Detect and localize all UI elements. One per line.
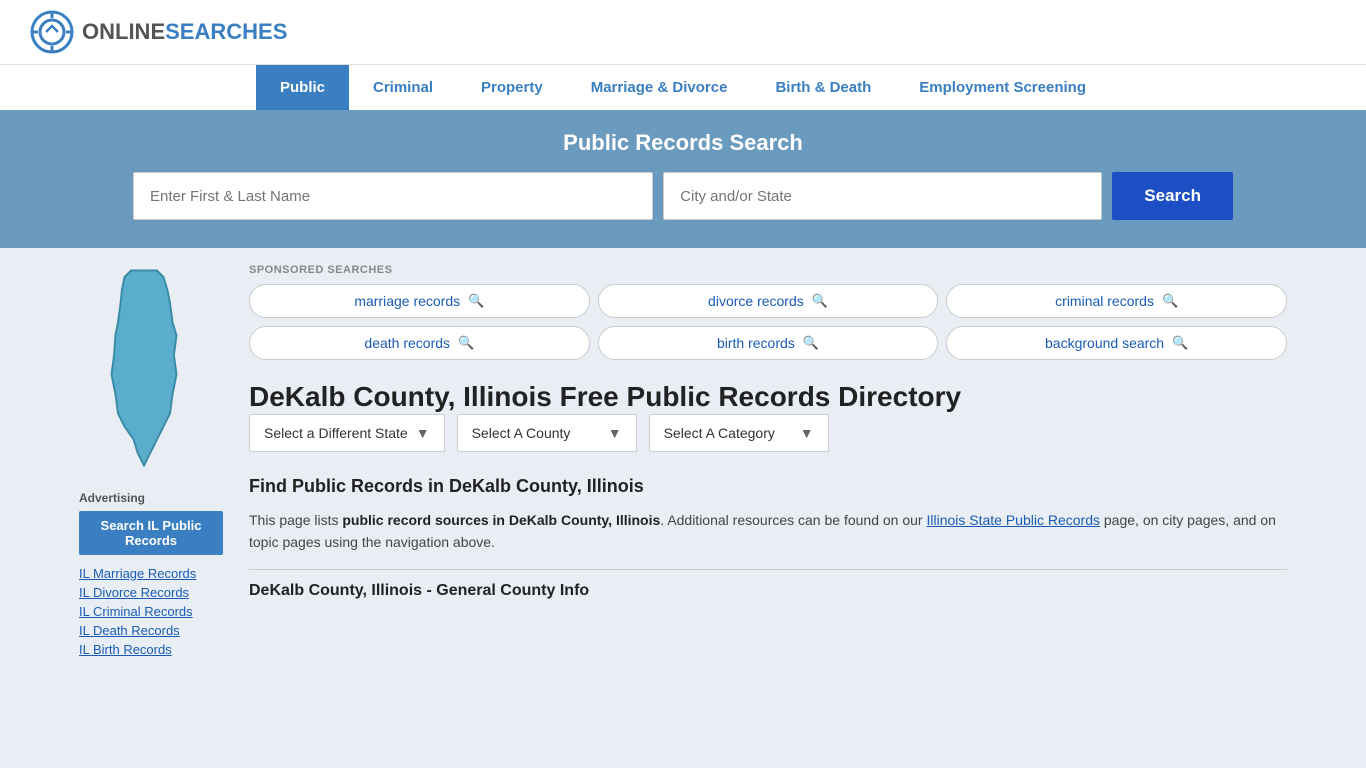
nav-criminal[interactable]: Criminal	[349, 65, 457, 110]
search-icon-background: 🔍	[1172, 335, 1188, 351]
find-records-title: Find Public Records in DeKalb County, Il…	[249, 476, 1287, 497]
sponsored-birth-records[interactable]: birth records 🔍	[598, 326, 939, 360]
search-icon-birth: 🔍	[803, 335, 819, 351]
name-input[interactable]	[133, 172, 653, 220]
search-form: Search	[133, 172, 1233, 220]
county-dropdown-label: Select A County	[472, 425, 571, 441]
desc-bold: public record sources in DeKalb County, …	[342, 512, 660, 528]
page-title: DeKalb County, Illinois Free Public Reco…	[249, 380, 1287, 414]
logo-text: ONLINESEARCHES	[82, 19, 287, 45]
sponsored-marriage-records[interactable]: marriage records 🔍	[249, 284, 590, 318]
sidebar: Advertising Search IL Public Records IL …	[79, 264, 239, 660]
search-banner-title: Public Records Search	[30, 130, 1336, 156]
sponsored-background-search[interactable]: background search 🔍	[946, 326, 1287, 360]
sidebar-link-divorce[interactable]: IL Divorce Records	[79, 585, 189, 600]
search-button[interactable]: Search	[1112, 172, 1233, 220]
find-records-desc: This page lists public record sources in…	[249, 509, 1287, 554]
search-banner: Public Records Search Search	[0, 110, 1366, 248]
illinois-map	[79, 264, 209, 472]
main-content: SPONSORED SEARCHES marriage records 🔍 di…	[239, 264, 1287, 660]
sponsored-death-records[interactable]: death records 🔍	[249, 326, 590, 360]
sidebar-ad-button[interactable]: Search IL Public Records	[79, 511, 223, 555]
category-dropdown-label: Select A Category	[664, 425, 775, 441]
search-icon-marriage: 🔍	[468, 293, 484, 309]
nav-birth-death[interactable]: Birth & Death	[751, 65, 895, 110]
advertising-label: Advertising	[79, 491, 223, 505]
nav-marriage-divorce[interactable]: Marriage & Divorce	[567, 65, 752, 110]
illinois-state-link[interactable]: Illinois State Public Records	[926, 512, 1100, 528]
sidebar-link-criminal[interactable]: IL Criminal Records	[79, 604, 193, 619]
sponsored-marriage-text: marriage records	[354, 293, 460, 309]
nav-property[interactable]: Property	[457, 65, 567, 110]
search-icon-criminal: 🔍	[1162, 293, 1178, 309]
nav-public[interactable]: Public	[256, 65, 349, 110]
page-title-section: DeKalb County, Illinois Free Public Reco…	[249, 380, 1287, 414]
county-dropdown[interactable]: Select A County ▼	[457, 414, 637, 452]
content-wrapper: Advertising Search IL Public Records IL …	[63, 248, 1303, 676]
main-nav: Public Criminal Property Marriage & Divo…	[0, 64, 1366, 110]
category-chevron-icon: ▼	[800, 425, 814, 441]
sidebar-link-death[interactable]: IL Death Records	[79, 623, 180, 638]
sponsored-criminal-records[interactable]: criminal records 🔍	[946, 284, 1287, 318]
logo-icon	[30, 10, 74, 54]
sponsored-grid: marriage records 🔍 divorce records 🔍 cri…	[249, 284, 1287, 360]
state-dropdown[interactable]: Select a Different State ▼	[249, 414, 445, 452]
sidebar-links: IL Marriage Records IL Divorce Records I…	[79, 565, 223, 657]
sponsored-death-text: death records	[364, 335, 450, 351]
dropdowns-row: Select a Different State ▼ Select A Coun…	[249, 414, 1287, 452]
sidebar-link-marriage[interactable]: IL Marriage Records	[79, 566, 196, 581]
desc-text-2: . Additional resources can be found on o…	[660, 512, 926, 528]
state-dropdown-label: Select a Different State	[264, 425, 408, 441]
county-info-title: DeKalb County, Illinois - General County…	[249, 569, 1287, 600]
search-icon-divorce: 🔍	[812, 293, 828, 309]
county-chevron-icon: ▼	[608, 425, 622, 441]
sponsored-birth-text: birth records	[717, 335, 795, 351]
sidebar-link-birth[interactable]: IL Birth Records	[79, 642, 172, 657]
header: ONLINESEARCHES	[0, 0, 1366, 64]
category-dropdown[interactable]: Select A Category ▼	[649, 414, 829, 452]
sponsored-divorce-text: divorce records	[708, 293, 804, 309]
location-input[interactable]	[663, 172, 1102, 220]
sponsored-criminal-text: criminal records	[1055, 293, 1154, 309]
nav-employment[interactable]: Employment Screening	[895, 65, 1110, 110]
sponsored-divorce-records[interactable]: divorce records 🔍	[598, 284, 939, 318]
sponsored-label: SPONSORED SEARCHES	[249, 264, 1287, 276]
desc-text-1: This page lists	[249, 512, 342, 528]
logo[interactable]: ONLINESEARCHES	[30, 10, 287, 54]
state-chevron-icon: ▼	[416, 425, 430, 441]
sponsored-background-text: background search	[1045, 335, 1164, 351]
search-icon-death: 🔍	[458, 335, 474, 351]
